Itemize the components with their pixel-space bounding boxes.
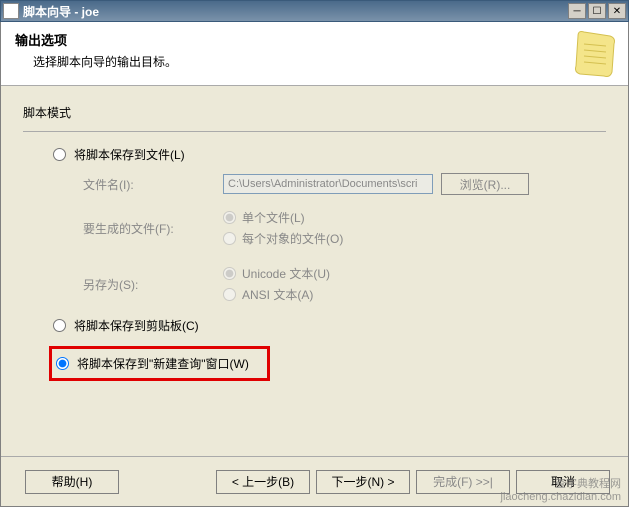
file-options-group: 文件名(I): 浏览(R)... 要生成的文件(F): 单个文件(L) 每个对象… bbox=[83, 173, 606, 307]
label-unicode: Unicode 文本(U) bbox=[242, 265, 330, 282]
highlighted-option: 将脚本保存到"新建查询"窗口(W) bbox=[49, 346, 270, 381]
option-save-to-file[interactable]: 将脚本保存到文件(L) bbox=[53, 146, 606, 163]
next-button[interactable]: 下一步(N) > bbox=[316, 470, 410, 494]
radio-single-file bbox=[223, 211, 236, 224]
close-button[interactable]: ✕ bbox=[608, 3, 626, 19]
label-single-file: 单个文件(L) bbox=[242, 209, 305, 226]
label-save-to-clipboard: 将脚本保存到剪贴板(C) bbox=[74, 317, 199, 334]
back-button[interactable]: < 上一步(B) bbox=[216, 470, 310, 494]
label-ansi: ANSI 文本(A) bbox=[242, 286, 313, 303]
client-area: 输出选项 选择脚本向导的输出目标。 脚本模式 将脚本保存到文件(L) 文件名(I… bbox=[0, 22, 629, 507]
label-save-to-file: 将脚本保存到文件(L) bbox=[74, 146, 185, 163]
radio-save-to-clipboard[interactable] bbox=[53, 319, 66, 332]
option-save-to-clipboard[interactable]: 将脚本保存到剪贴板(C) bbox=[53, 317, 606, 334]
radio-save-to-query[interactable] bbox=[56, 357, 69, 370]
divider bbox=[23, 131, 606, 132]
window-controls: ─ ☐ ✕ bbox=[566, 3, 626, 19]
window-title: 脚本向导 - joe bbox=[23, 3, 566, 20]
wizard-footer: 帮助(H) < 上一步(B) 下一步(N) > 完成(F) >>| 取消 bbox=[1, 456, 628, 506]
label-filename: 文件名(I): bbox=[83, 176, 223, 193]
input-filename bbox=[223, 174, 433, 194]
scroll-icon bbox=[572, 30, 616, 78]
label-saveas: 另存为(S): bbox=[83, 276, 223, 293]
titlebar: 脚本向导 - joe ─ ☐ ✕ bbox=[0, 0, 629, 22]
radio-save-to-file[interactable] bbox=[53, 148, 66, 161]
minimize-button[interactable]: ─ bbox=[568, 3, 586, 19]
option-save-to-query[interactable]: 将脚本保存到"新建查询"窗口(W) bbox=[56, 355, 249, 372]
header-subtitle: 选择脚本向导的输出目标。 bbox=[33, 53, 614, 70]
fieldset-label: 脚本模式 bbox=[23, 104, 606, 121]
browse-button: 浏览(R)... bbox=[441, 173, 529, 195]
cancel-button[interactable]: 取消 bbox=[516, 470, 610, 494]
finish-button: 完成(F) >>| bbox=[416, 470, 510, 494]
label-generate: 要生成的文件(F): bbox=[83, 220, 223, 237]
wizard-header: 输出选项 选择脚本向导的输出目标。 bbox=[1, 22, 628, 86]
help-button[interactable]: 帮助(H) bbox=[25, 470, 119, 494]
header-title: 输出选项 bbox=[15, 30, 614, 49]
label-per-object: 每个对象的文件(O) bbox=[242, 230, 343, 247]
radio-unicode bbox=[223, 267, 236, 280]
maximize-button[interactable]: ☐ bbox=[588, 3, 606, 19]
radio-per-object bbox=[223, 232, 236, 245]
wizard-body: 脚本模式 将脚本保存到文件(L) 文件名(I): 浏览(R)... 要生成的文件… bbox=[1, 86, 628, 456]
label-save-to-query: 将脚本保存到"新建查询"窗口(W) bbox=[77, 355, 249, 372]
radio-ansi bbox=[223, 288, 236, 301]
app-icon bbox=[3, 3, 19, 19]
